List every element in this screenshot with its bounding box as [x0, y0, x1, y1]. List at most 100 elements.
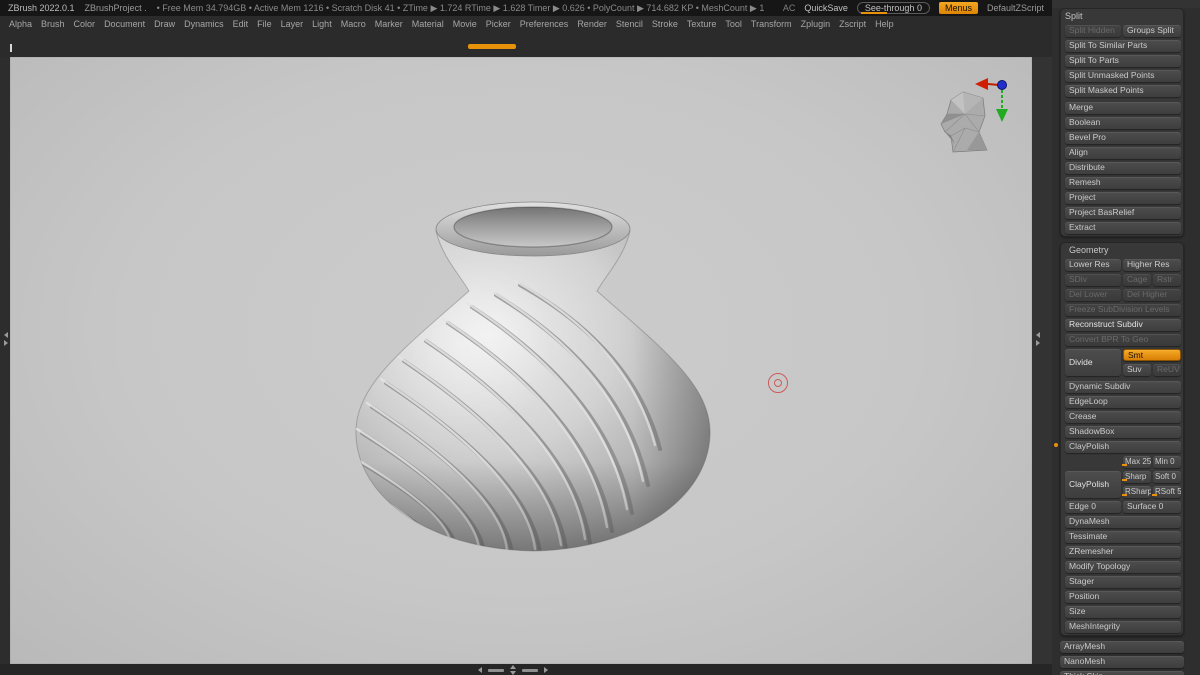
dynamesh-subpalette[interactable]: DynaMesh: [1065, 516, 1181, 528]
see-through-slider[interactable]: See-through 0: [856, 2, 930, 14]
rstr-button[interactable]: Rstr: [1153, 274, 1181, 286]
viewport-canvas[interactable]: [10, 57, 1032, 664]
reconstruct-subdiv-button[interactable]: Reconstruct Subdiv: [1065, 319, 1181, 331]
menu-item-alpha[interactable]: Alpha: [9, 19, 32, 29]
menu-item-dynamics[interactable]: Dynamics: [184, 19, 224, 29]
lower-res-button[interactable]: Lower Res: [1065, 259, 1121, 271]
claypolish-edge-slider[interactable]: Edge 0: [1065, 501, 1121, 513]
menu-item-material[interactable]: Material: [412, 19, 444, 29]
claypolish-soft-slider[interactable]: Soft 0: [1153, 471, 1181, 483]
claypolish-sharp-slider[interactable]: Sharp: [1123, 471, 1151, 483]
claypolish-min-slider[interactable]: Min 0: [1153, 456, 1181, 468]
merge-subpalette[interactable]: Merge: [1065, 102, 1181, 114]
higher-res-button[interactable]: Higher Res: [1123, 259, 1181, 271]
menu-item-light[interactable]: Light: [312, 19, 332, 29]
menu-item-help[interactable]: Help: [875, 19, 894, 29]
nanomesh-subpalette[interactable]: NanoMesh: [1060, 656, 1184, 668]
sdiv-slider[interactable]: SDiv: [1065, 274, 1121, 286]
del-lower-button[interactable]: Del Lower: [1065, 289, 1121, 301]
extract-subpalette[interactable]: Extract: [1065, 222, 1181, 234]
claypolish-rsoft-slider[interactable]: RSoft 5: [1153, 486, 1181, 498]
right-tray-handle[interactable]: [1034, 332, 1042, 348]
size-subpalette[interactable]: Size: [1065, 606, 1181, 618]
modify-topology-subpalette[interactable]: Modify Topology: [1065, 561, 1181, 573]
menu-item-draw[interactable]: Draw: [154, 19, 175, 29]
scroll-up-icon[interactable]: [510, 665, 516, 669]
active-document-tab-indicator[interactable]: [468, 44, 516, 49]
groups-split-button[interactable]: Groups Split: [1123, 25, 1181, 37]
vase-model[interactable]: [348, 197, 718, 562]
cage-button[interactable]: Cage: [1123, 274, 1151, 286]
split-masked-points-button[interactable]: Split Masked Points: [1065, 85, 1181, 97]
dynamic-subdiv-subpalette[interactable]: Dynamic Subdiv: [1065, 381, 1181, 393]
position-subpalette[interactable]: Position: [1065, 591, 1181, 603]
project-subpalette[interactable]: Project: [1065, 192, 1181, 204]
brush-cursor-inner-ring: [774, 379, 782, 387]
divide-button[interactable]: Divide: [1065, 349, 1121, 376]
left-tray-handle[interactable]: [2, 332, 10, 348]
menu-item-transform[interactable]: Transform: [751, 19, 792, 29]
scrollbar-horizontal[interactable]: [488, 668, 504, 672]
menu-item-picker[interactable]: Picker: [486, 19, 511, 29]
menus-button[interactable]: Menus: [938, 2, 978, 14]
claypolish-button[interactable]: ClayPolish: [1065, 471, 1121, 498]
claypolish-surface-slider[interactable]: Surface 0: [1123, 501, 1181, 513]
distribute-subpalette[interactable]: Distribute: [1065, 162, 1181, 174]
menu-item-macro[interactable]: Macro: [341, 19, 366, 29]
menu-item-tool[interactable]: Tool: [725, 19, 742, 29]
arraymesh-subpalette[interactable]: ArrayMesh: [1060, 641, 1184, 653]
claypolish-max-slider[interactable]: Max 25: [1123, 456, 1151, 468]
menu-item-render[interactable]: Render: [577, 19, 607, 29]
project-basrelief-subpalette[interactable]: Project BasRelief: [1065, 207, 1181, 219]
menu-item-edit[interactable]: Edit: [233, 19, 249, 29]
menu-item-brush[interactable]: Brush: [41, 19, 65, 29]
split-unmasked-points-button[interactable]: Split Unmasked Points: [1065, 70, 1181, 82]
scroll-down-icon[interactable]: [510, 671, 516, 675]
menu-item-zscript[interactable]: Zscript: [839, 19, 866, 29]
menu-item-stencil[interactable]: Stencil: [616, 19, 643, 29]
boolean-subpalette[interactable]: Boolean: [1065, 117, 1181, 129]
thick-skin-subpalette[interactable]: Thick Skin: [1060, 671, 1184, 675]
menu-item-zplugin[interactable]: Zplugin: [801, 19, 831, 29]
edgeloop-subpalette[interactable]: EdgeLoop: [1065, 396, 1181, 408]
claypolish-subpalette[interactable]: ClayPolish: [1065, 441, 1181, 453]
shadowbox-subpalette[interactable]: ShadowBox: [1065, 426, 1181, 438]
split-to-similar-parts-button[interactable]: Split To Similar Parts: [1065, 40, 1181, 52]
menu-item-marker[interactable]: Marker: [375, 19, 403, 29]
split-hidden-button[interactable]: Split Hidden: [1065, 25, 1121, 37]
convert-bpr-to-geo-button[interactable]: Convert BPR To Geo: [1065, 334, 1181, 346]
menu-item-document[interactable]: Document: [104, 19, 145, 29]
scroll-left-icon[interactable]: [478, 667, 482, 673]
crease-subpalette[interactable]: Crease: [1065, 411, 1181, 423]
bevel-pro-subpalette[interactable]: Bevel Pro: [1065, 132, 1181, 144]
freeze-subdivision-levels-button[interactable]: Freeze SubDivision Levels: [1065, 304, 1181, 316]
del-higher-button[interactable]: Del Higher: [1123, 289, 1181, 301]
scroll-right-icon[interactable]: [544, 667, 548, 673]
menu-item-preferences[interactable]: Preferences: [520, 19, 569, 29]
claypolish-rsharp-slider[interactable]: RSharp: [1123, 486, 1151, 498]
remesh-subpalette[interactable]: Remesh: [1065, 177, 1181, 189]
menu-item-stroke[interactable]: Stroke: [652, 19, 678, 29]
menu-item-layer[interactable]: Layer: [281, 19, 304, 29]
geometry-section-header: Geometry: [1069, 245, 1109, 255]
stager-subpalette[interactable]: Stager: [1065, 576, 1181, 588]
menu-item-file[interactable]: File: [257, 19, 272, 29]
suv-toggle[interactable]: Suv: [1123, 364, 1151, 376]
menu-item-movie[interactable]: Movie: [453, 19, 477, 29]
smt-toggle[interactable]: Smt: [1123, 349, 1181, 361]
menu-item-texture[interactable]: Texture: [687, 19, 717, 29]
zremesher-subpalette[interactable]: ZRemesher: [1065, 546, 1181, 558]
default-zscript-button[interactable]: DefaultZScript: [987, 3, 1044, 13]
scrollbar-horizontal[interactable]: [522, 668, 538, 672]
tessimate-subpalette[interactable]: Tessimate: [1065, 531, 1181, 543]
meshintegrity-subpalette[interactable]: MeshIntegrity: [1065, 621, 1181, 633]
title-bar: ZBrush 2022.0.1 ZBrushProject . • Free M…: [0, 0, 1052, 16]
memory-stats: • Free Mem 34.794GB • Active Mem 1216 • …: [156, 2, 765, 13]
reuv-button[interactable]: ReUV: [1153, 364, 1181, 376]
align-subpalette[interactable]: Align: [1065, 147, 1181, 159]
canvas-scroll-controls[interactable]: [478, 665, 548, 675]
quicksave-button[interactable]: QuickSave: [804, 3, 848, 13]
axis-gizmo: [975, 78, 1008, 122]
menu-item-color[interactable]: Color: [74, 19, 96, 29]
split-to-parts-button[interactable]: Split To Parts: [1065, 55, 1181, 67]
